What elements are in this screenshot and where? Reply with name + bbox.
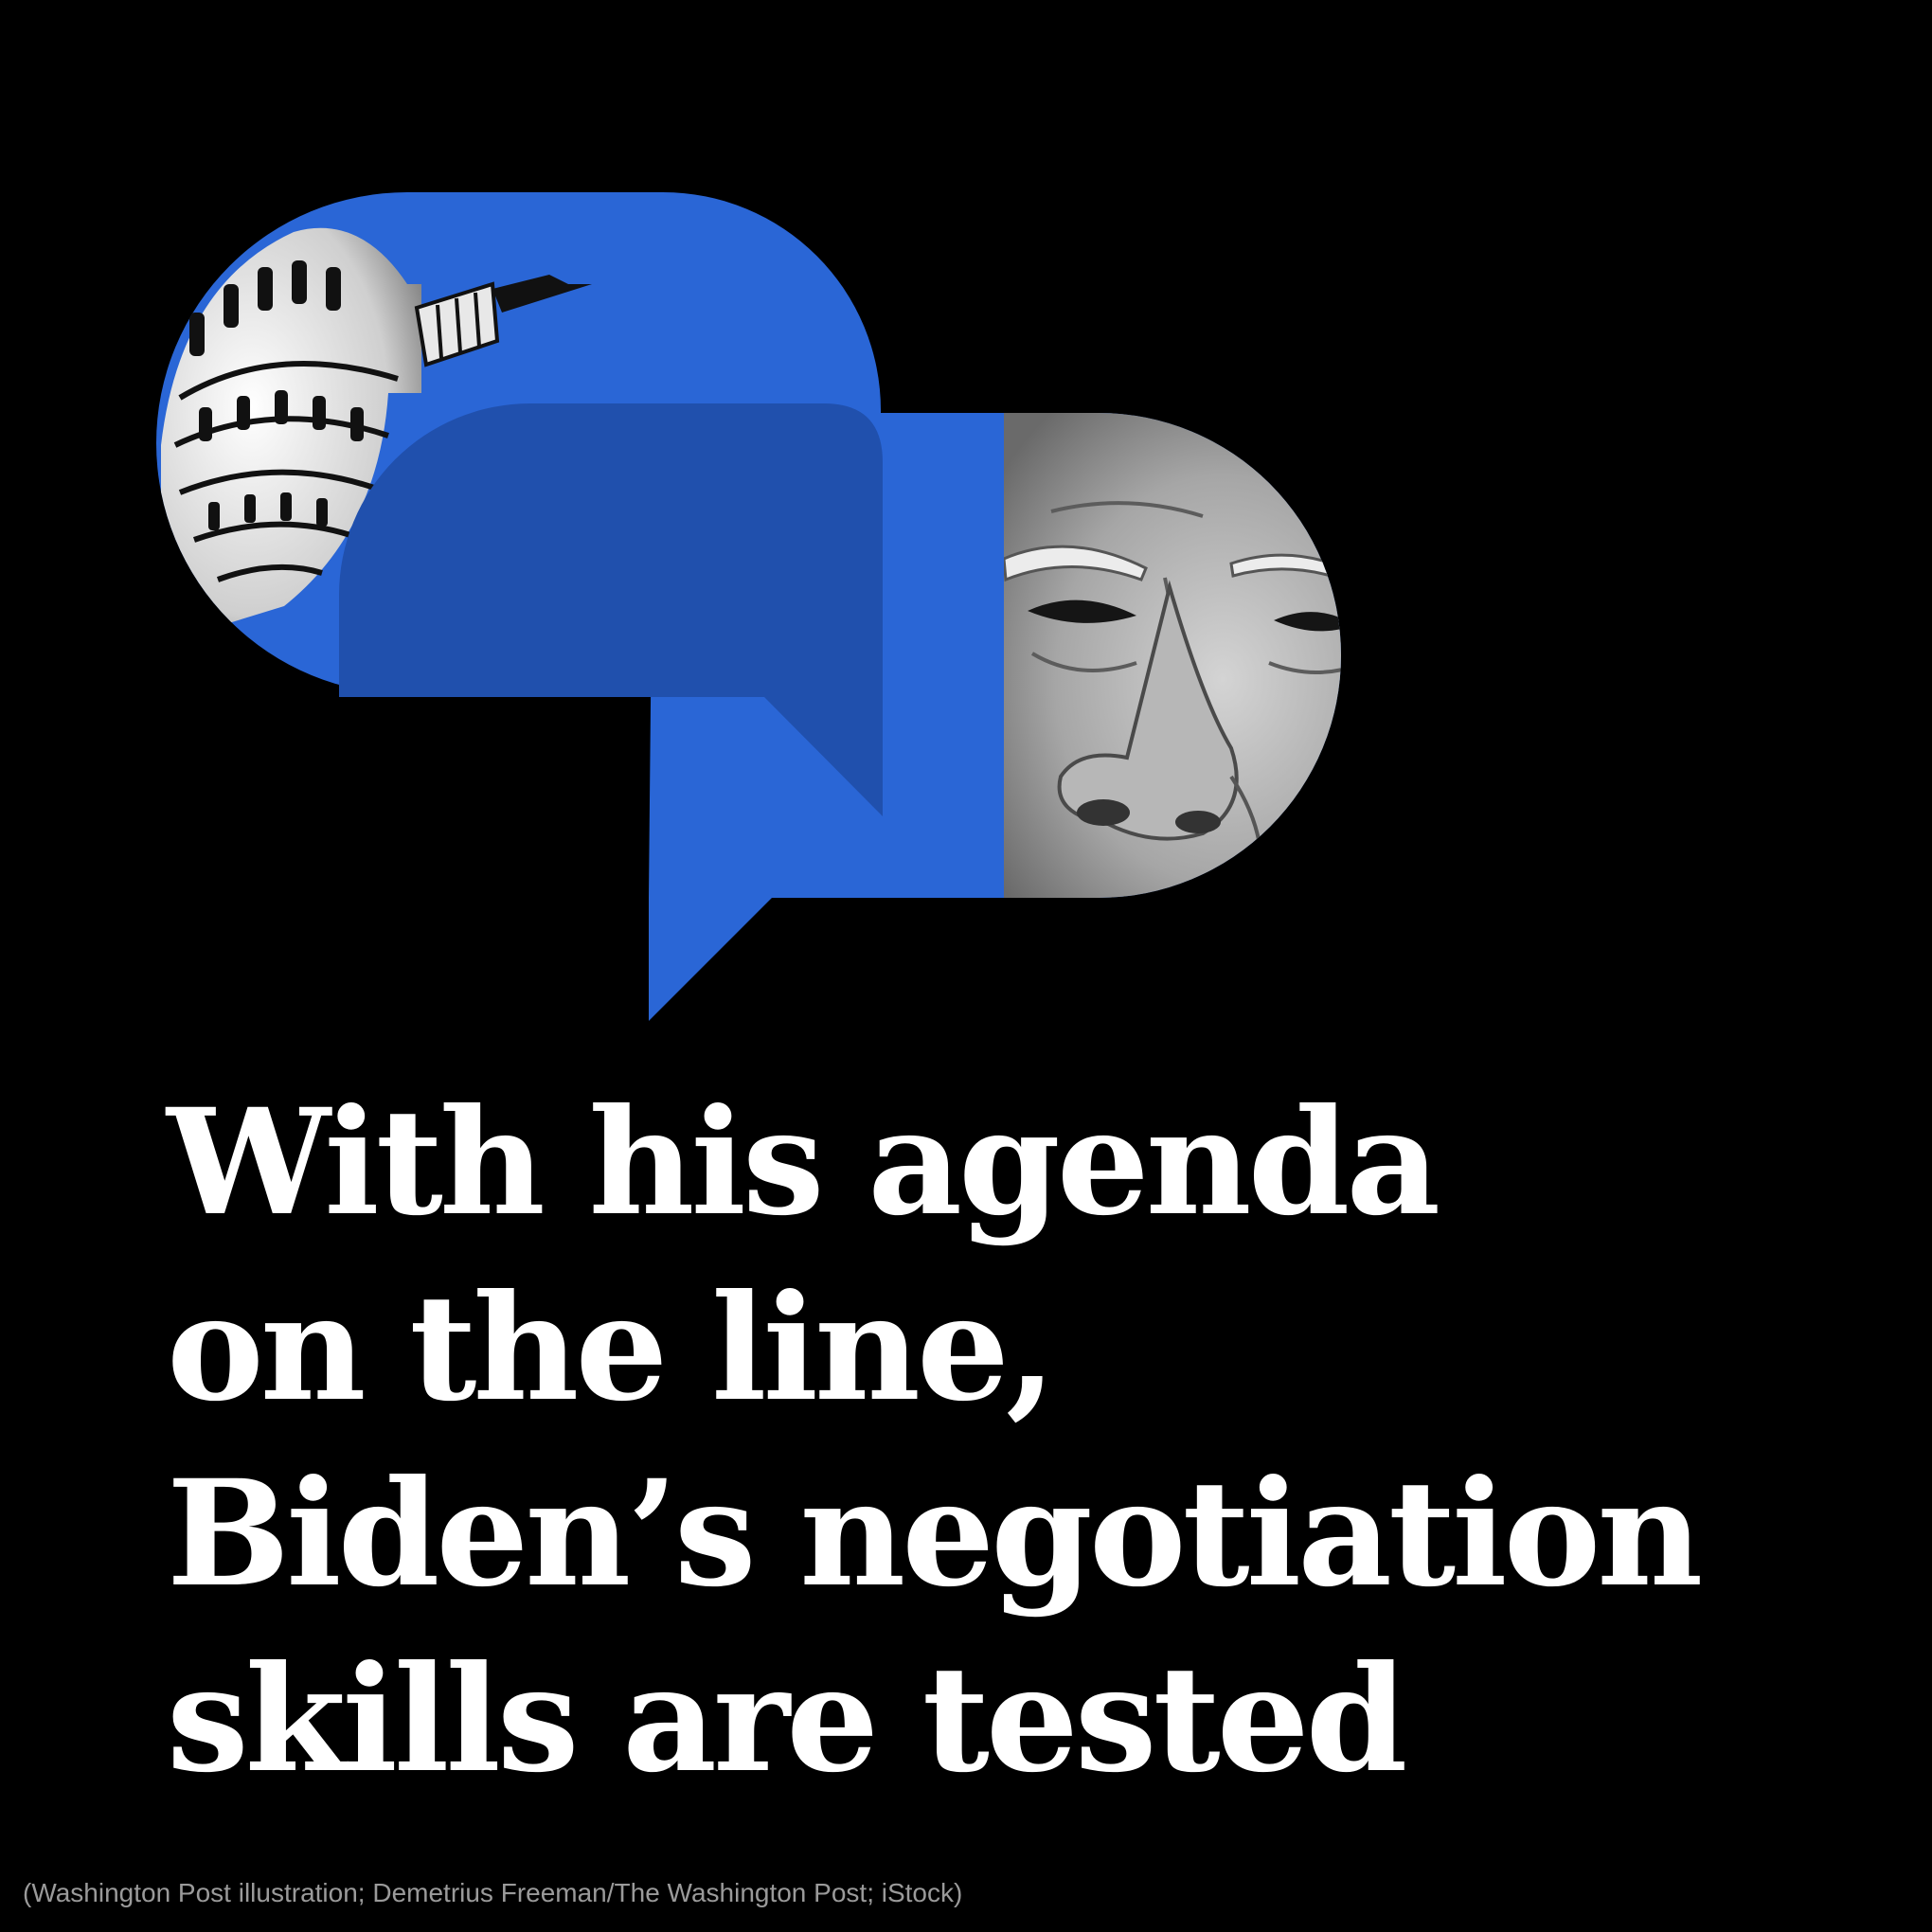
face-closeup-icon xyxy=(1004,413,1341,898)
speech-bubbles-illustration xyxy=(156,192,1341,1021)
illustration-card: With his agenda on the line, Biden’s neg… xyxy=(0,0,1932,1932)
headline-line-2: on the line, xyxy=(167,1262,1057,1434)
headline-line-3: Biden’s negotiation xyxy=(167,1448,1703,1619)
headline: With his agenda on the line, Biden’s neg… xyxy=(167,1070,1871,1813)
photo-credit: (Washington Post illustration; Demetrius… xyxy=(23,1878,963,1907)
headline-line-4: skills are tested xyxy=(167,1634,1407,1805)
headline-line-1: With his agenda xyxy=(167,1077,1440,1248)
